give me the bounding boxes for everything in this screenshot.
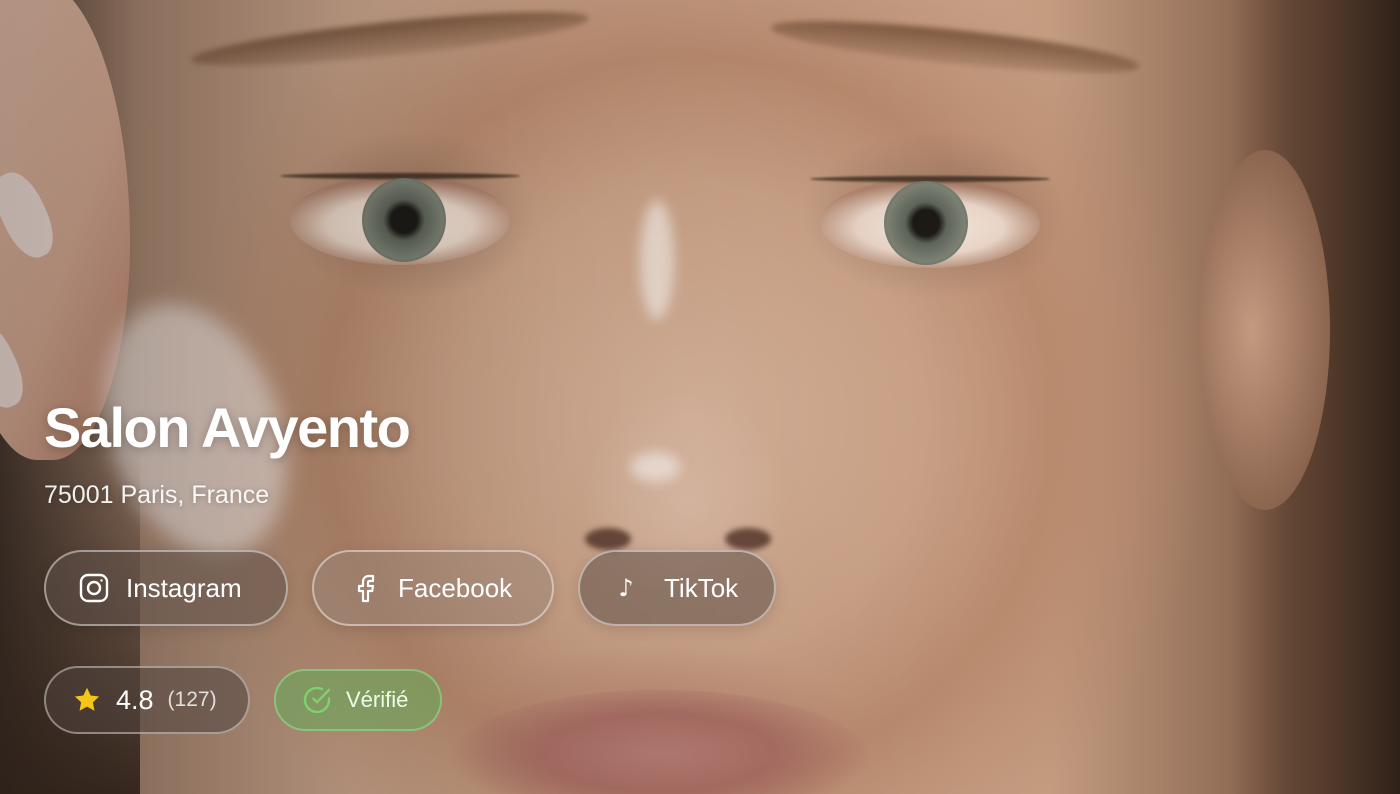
social-links: Instagram Facebook ♪ TikTok	[44, 550, 776, 626]
salon-meta: 4.8 (127) Vérifié	[44, 666, 442, 734]
star-icon	[72, 685, 102, 715]
instagram-button[interactable]: Instagram	[44, 550, 288, 626]
salon-address: 75001 Paris, France	[44, 481, 270, 509]
verified-badge: Vérifié	[274, 669, 442, 731]
instagram-icon	[78, 572, 110, 604]
review-count: (127)	[167, 688, 217, 711]
tiktok-button[interactable]: ♪ TikTok	[578, 550, 776, 626]
salon-info: Salon Avyento 75001 Paris, France Instag…	[44, 396, 776, 734]
hero-banner: Salon Avyento 75001 Paris, France Instag…	[0, 0, 1400, 794]
facebook-label: Facebook	[398, 572, 513, 603]
check-circle-icon	[302, 685, 332, 715]
facebook-button[interactable]: Facebook	[312, 550, 554, 626]
facebook-icon	[350, 572, 382, 604]
verified-label: Vérifié	[346, 687, 409, 712]
rating-badge: 4.8 (127)	[44, 666, 250, 734]
tiktok-icon: ♪	[618, 574, 634, 602]
salon-name: Salon Avyento	[44, 396, 411, 459]
tiktok-label: TikTok	[664, 572, 739, 603]
instagram-label: Instagram	[126, 572, 242, 603]
rating-value: 4.8	[116, 684, 154, 715]
